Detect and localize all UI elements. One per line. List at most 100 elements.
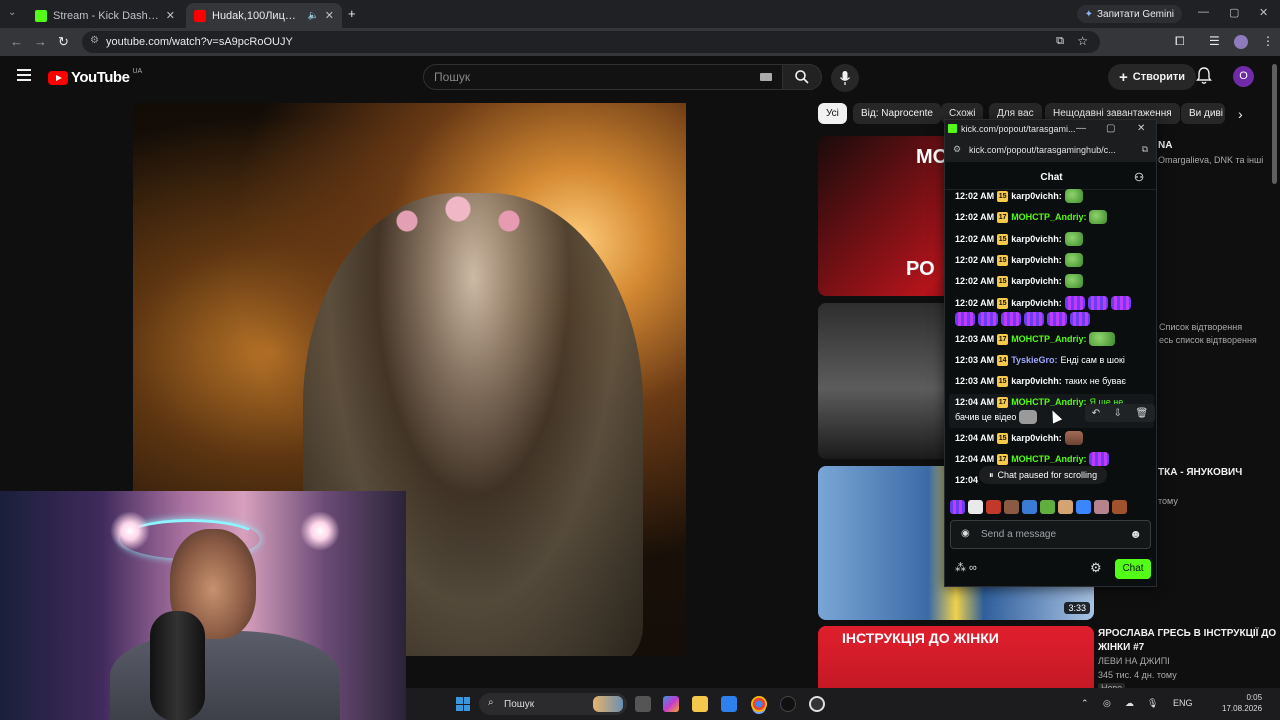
- file-explorer-icon[interactable]: [692, 696, 708, 712]
- chat-message[interactable]: 12:02 AM 17 МОНСТР_Andriy:: [955, 209, 1108, 225]
- speaker-icon[interactable]: 🔈: [308, 10, 319, 21]
- obs-icon[interactable]: [809, 696, 825, 712]
- windows-start-icon[interactable]: [456, 697, 470, 711]
- emoji-picker-icon[interactable]: ☻: [1129, 527, 1142, 541]
- copilot-icon[interactable]: [663, 696, 679, 712]
- send-chat-button[interactable]: Chat: [1115, 559, 1151, 579]
- chat-message[interactable]: 12:02 AM 15 karp0vichh:: [955, 295, 1131, 311]
- hamburger-menu-icon[interactable]: [17, 69, 31, 81]
- chat-header: Chat ⚇: [945, 166, 1156, 190]
- maximize-icon[interactable]: ▢: [1229, 6, 1239, 19]
- equalizer-emote: [1089, 452, 1110, 466]
- bookmark-star-icon[interactable]: ☆: [1077, 34, 1088, 48]
- chat-message[interactable]: 12:02 AM 15 karp0vichh:: [955, 188, 1083, 204]
- popout-minimize-icon[interactable]: —: [1076, 123, 1086, 134]
- delete-icon[interactable]: 🗑: [1136, 408, 1149, 419]
- taskbar-clock[interactable]: 0:05 17.08.2026: [1222, 692, 1262, 714]
- quick-emote[interactable]: [1094, 500, 1109, 514]
- quick-emote[interactable]: [1112, 500, 1127, 514]
- store-icon[interactable]: [721, 696, 737, 712]
- chrome-icon[interactable]: [751, 696, 767, 712]
- tab-youtube-video[interactable]: Hudak,100Лиця,Chico&Qa 🔈 ✕: [186, 3, 342, 28]
- chat-message[interactable]: 12:02 AM 15 karp0vichh:: [955, 231, 1083, 247]
- quick-emote[interactable]: [968, 500, 983, 514]
- chip-from-channel[interactable]: Від: Naprocente: [853, 103, 941, 124]
- tray-app-icon[interactable]: ◎: [1103, 698, 1111, 709]
- chat-message-input[interactable]: ◉ Send a message ☻: [950, 520, 1151, 549]
- plus-icon: +: [1119, 68, 1128, 86]
- browser-tabbar: ⌄ Stream - Kick Dashboard ✕ Hudak,100Лиц…: [0, 0, 1280, 28]
- youtube-logo[interactable]: YouTube UA: [48, 68, 142, 86]
- tab-groups-icon[interactable]: ☰: [1209, 34, 1220, 48]
- chat-message[interactable]: 12:03 AM 17 МОНСТР_Andriy:: [955, 331, 1116, 347]
- quick-emote-bar: [950, 500, 1127, 516]
- chat-message[interactable]: 12:02 AM 15 karp0vichh:: [955, 252, 1083, 268]
- task-view-icon[interactable]: [635, 696, 651, 712]
- extensions-icon[interactable]: ⧠: [1175, 34, 1185, 49]
- frog-emote: [1089, 210, 1108, 224]
- translate-icon[interactable]: ⧉: [1142, 144, 1148, 155]
- microphone-tray-icon[interactable]: 🎙: [1147, 698, 1158, 709]
- tab-kick-dashboard[interactable]: Stream - Kick Dashboard ✕: [27, 3, 183, 28]
- microphone: [150, 611, 205, 720]
- chat-paused-banner[interactable]: ⏸ Chat paused for scrolling: [979, 466, 1108, 484]
- chip-watched[interactable]: Ви диві: [1181, 103, 1225, 124]
- account-avatar[interactable]: О: [1233, 66, 1254, 87]
- chat-message[interactable]: 12:02 AM 15 karp0vichh:: [955, 273, 1083, 289]
- minimize-icon[interactable]: —: [1198, 6, 1209, 18]
- profile-avatar[interactable]: [1234, 35, 1248, 49]
- chat-message[interactable]: 12:03 AM 14 TyskieGro: Енді сам в шокі: [955, 352, 1125, 368]
- popout-url-bar[interactable]: ⚙ kick.com/popout/tarasgaminghub/c... ⧉: [945, 138, 1156, 162]
- reload-icon[interactable]: ↻: [58, 34, 69, 50]
- close-tab-icon[interactable]: ✕: [166, 9, 175, 22]
- chat-identity-icon[interactable]: ◉: [961, 528, 970, 539]
- quick-emote[interactable]: [950, 500, 965, 514]
- quick-emote[interactable]: [1058, 500, 1073, 514]
- popout-close-icon[interactable]: ✕: [1137, 123, 1145, 134]
- keyboard-icon[interactable]: [760, 73, 772, 81]
- install-icon[interactable]: ⧉: [1056, 35, 1064, 48]
- chat-message[interactable]: 12:04 AM 17 МОНСТР_Andriy:: [955, 451, 1110, 467]
- site-info-icon[interactable]: ⚙: [90, 35, 99, 46]
- forward-icon[interactable]: →: [34, 34, 47, 49]
- pin-icon[interactable]: ⇩: [1114, 408, 1122, 419]
- back-icon[interactable]: ←: [10, 34, 23, 49]
- taskbar-search[interactable]: ⌕ Пошук: [479, 693, 627, 715]
- search-input[interactable]: Пошук: [423, 64, 783, 90]
- chat-modes-icon[interactable]: ⁂ ∞: [955, 561, 977, 574]
- tab-search-icon[interactable]: ⌄: [8, 7, 16, 18]
- chips-next-icon[interactable]: ›: [1238, 106, 1243, 122]
- tiktok-icon[interactable]: [780, 696, 796, 712]
- close-window-icon[interactable]: ✕: [1259, 6, 1268, 19]
- kick-favicon-icon: [35, 9, 47, 22]
- chat-message[interactable]: 12:04 AM 15 karp0vichh:: [955, 430, 1083, 446]
- quick-emote[interactable]: [1076, 500, 1091, 514]
- tray-chevron-icon[interactable]: ⌃: [1081, 698, 1089, 709]
- create-button[interactable]: + Створити: [1108, 64, 1197, 90]
- search-button[interactable]: [782, 64, 822, 90]
- gemini-button[interactable]: ✦ Запитати Gemini: [1076, 5, 1182, 23]
- tray-app-icon[interactable]: ☁: [1125, 698, 1134, 709]
- chat-users-icon[interactable]: ⚇: [1134, 166, 1144, 190]
- chat-settings-gear-icon[interactable]: ⚙: [1090, 560, 1102, 576]
- chat-message[interactable]: 12:03 AM 15 karp0vichh: таких не буває: [955, 373, 1126, 389]
- menu-dots-icon[interactable]: ⋮: [1262, 34, 1274, 48]
- page-scrollbar[interactable]: [1272, 64, 1277, 184]
- chat-message-continuation: бачив це відео: [955, 409, 1038, 425]
- quick-emote[interactable]: [1004, 500, 1019, 514]
- close-tab-icon[interactable]: ✕: [325, 9, 334, 22]
- search-highlight-image: [593, 696, 623, 712]
- new-tab-icon[interactable]: +: [348, 6, 356, 21]
- quick-emote[interactable]: [1022, 500, 1037, 514]
- reply-icon[interactable]: ↶: [1092, 408, 1100, 419]
- quick-emote[interactable]: [1040, 500, 1055, 514]
- site-settings-icon[interactable]: ⚙: [953, 144, 961, 155]
- quick-emote[interactable]: [986, 500, 1001, 514]
- language-indicator[interactable]: ENG: [1173, 698, 1193, 708]
- address-bar[interactable]: ⚙ youtube.com/watch?v=sA9pcRoOUJY ⧉ ☆: [82, 31, 1100, 53]
- voice-search-button[interactable]: [831, 64, 859, 92]
- kick-logo-icon: [948, 124, 957, 133]
- popout-maximize-icon[interactable]: ▢: [1106, 123, 1115, 134]
- chip-all[interactable]: Усі: [818, 103, 847, 124]
- notifications-bell-icon[interactable]: [1196, 67, 1212, 90]
